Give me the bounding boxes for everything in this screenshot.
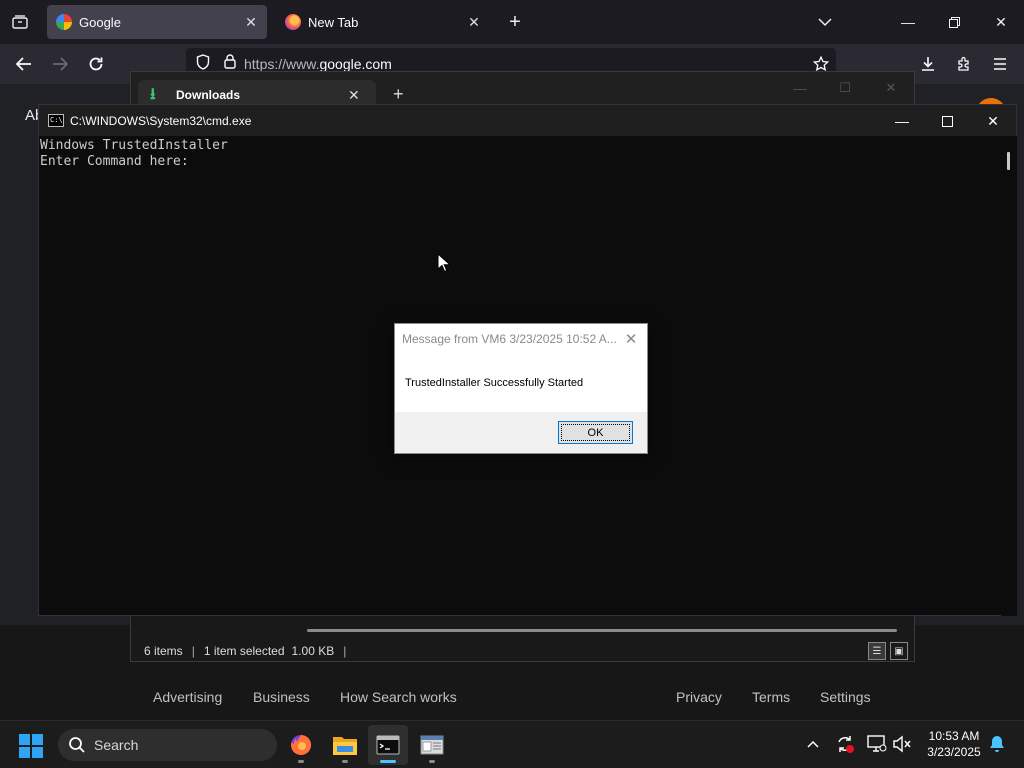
extensions-puzzle-icon[interactable]: [952, 52, 976, 76]
speaker-muted-icon[interactable]: [891, 733, 913, 755]
scrollbar-thumb[interactable]: [1007, 152, 1010, 170]
footer-link-terms[interactable]: Terms: [752, 689, 790, 705]
windows-start-icon[interactable]: [19, 734, 43, 758]
close-tab-icon[interactable]: ✕: [241, 12, 261, 32]
explorer-tabbar: ⭳ Downloads ✕ + — ☐ ✕: [131, 72, 914, 110]
taskbar-search-box[interactable]: Search: [58, 729, 277, 761]
dialog-titlebar[interactable]: Message from VM6 3/23/2025 10:52 A... ✕: [395, 324, 647, 354]
url-text[interactable]: https://www.google.com: [244, 56, 392, 72]
status-separator: |: [191, 644, 195, 658]
close-tab-icon[interactable]: ✕: [464, 12, 484, 32]
footer-link-privacy[interactable]: Privacy: [676, 689, 722, 705]
list-all-tabs-chevron-icon[interactable]: [813, 10, 837, 34]
downloads-icon[interactable]: [916, 52, 940, 76]
taskbar-clock[interactable]: 10:53 AM 3/23/2025: [918, 728, 990, 760]
cmd-titlebar[interactable]: C:\ C:\WINDOWS\System32\cmd.exe — ✕: [39, 105, 1016, 136]
running-indicator: [429, 760, 435, 763]
cmd-scrollbar[interactable]: [1001, 136, 1017, 616]
search-label: Search: [94, 737, 139, 753]
tab-title: New Tab: [308, 14, 359, 30]
minimize-icon[interactable]: —: [887, 109, 917, 133]
forward-arrow-icon[interactable]: [48, 52, 72, 76]
cmd-app-icon: C:\: [48, 114, 64, 127]
close-tab-icon[interactable]: ✕: [348, 87, 364, 104]
tab-title: Google: [79, 14, 121, 30]
close-window-icon[interactable]: ✕: [879, 78, 903, 98]
dialog-message: TrustedInstaller Successfully Started: [405, 377, 584, 389]
clock-date: 3/23/2025: [927, 745, 981, 759]
show-hidden-icons-chevron-icon[interactable]: [802, 733, 824, 755]
new-tab-button[interactable]: +: [503, 10, 527, 34]
footer-link-advertising[interactable]: Advertising: [153, 689, 222, 705]
running-indicator: [380, 760, 396, 763]
tab-google[interactable]: Google ✕: [47, 5, 267, 39]
firefox-favicon-icon: [285, 14, 301, 30]
status-separator: |: [343, 644, 347, 658]
reload-icon[interactable]: [84, 52, 108, 76]
horizontal-scrollbar[interactable]: [307, 629, 897, 632]
google-favicon-icon: [56, 14, 72, 30]
taskbar-file-explorer-icon[interactable]: [325, 725, 365, 765]
running-indicator: [342, 760, 348, 763]
minimize-icon[interactable]: —: [896, 10, 920, 34]
cmd-window-title: C:\WINDOWS\System32\cmd.exe: [70, 113, 252, 128]
clock-time: 10:53 AM: [928, 729, 980, 743]
download-arrow-icon: ⭳: [150, 86, 156, 103]
explorer-status-bar: 6 items | 1 item selected 1.00 KB |: [131, 640, 914, 662]
taskbar-terminal-icon[interactable]: [368, 725, 408, 765]
close-icon[interactable]: ✕: [621, 329, 641, 349]
taskbar-app-window-icon[interactable]: [412, 725, 452, 765]
status-selected: 1 item selected: [203, 644, 285, 658]
close-window-icon[interactable]: ✕: [978, 109, 1008, 133]
taskbar: Search 10:53 AM 3/23/2025: [0, 720, 1024, 768]
menu-hamburger-icon[interactable]: [988, 52, 1012, 76]
dialog-title: Message from VM6 3/23/2025 10:52 A...: [402, 332, 617, 346]
new-tab-button[interactable]: +: [393, 84, 404, 105]
close-window-icon[interactable]: ✕: [989, 10, 1013, 34]
explorer-tab-title: Downloads: [176, 88, 241, 102]
search-icon: [69, 737, 85, 753]
firefox-view-icon[interactable]: [8, 10, 32, 34]
status-size: 1.00 KB: [291, 644, 335, 658]
browser-tabbar: Google ✕ New Tab ✕ + — ✕: [0, 0, 1024, 44]
url-domain: google.com: [319, 56, 392, 72]
footer-link-how-search-works[interactable]: How Search works: [340, 689, 457, 705]
minimize-icon[interactable]: —: [788, 78, 812, 98]
tab-new-tab[interactable]: New Tab ✕: [276, 5, 490, 39]
url-prefix: https://www.: [244, 56, 320, 72]
details-view-icon[interactable]: ☰: [868, 642, 886, 660]
notification-bell-icon[interactable]: [986, 733, 1008, 755]
back-arrow-icon[interactable]: [12, 52, 36, 76]
status-item-count: 6 items: [144, 644, 183, 658]
sync-alert-icon[interactable]: [834, 733, 856, 755]
maximize-icon[interactable]: [932, 109, 962, 133]
running-indicator: [298, 760, 304, 763]
footer-link-settings[interactable]: Settings: [820, 689, 871, 705]
network-monitor-icon[interactable]: [866, 733, 888, 755]
dialog-content: TrustedInstaller Successfully Started: [395, 354, 647, 412]
ok-button[interactable]: OK: [558, 421, 633, 444]
mouse-pointer-icon: [437, 253, 451, 273]
maximize-icon[interactable]: ☐: [833, 78, 857, 98]
restore-icon[interactable]: [942, 10, 966, 34]
taskbar-firefox-icon[interactable]: [281, 725, 321, 765]
footer-link-business[interactable]: Business: [253, 689, 310, 705]
message-dialog: Message from VM6 3/23/2025 10:52 A... ✕ …: [394, 323, 648, 454]
tiles-view-icon[interactable]: ▣: [890, 642, 908, 660]
